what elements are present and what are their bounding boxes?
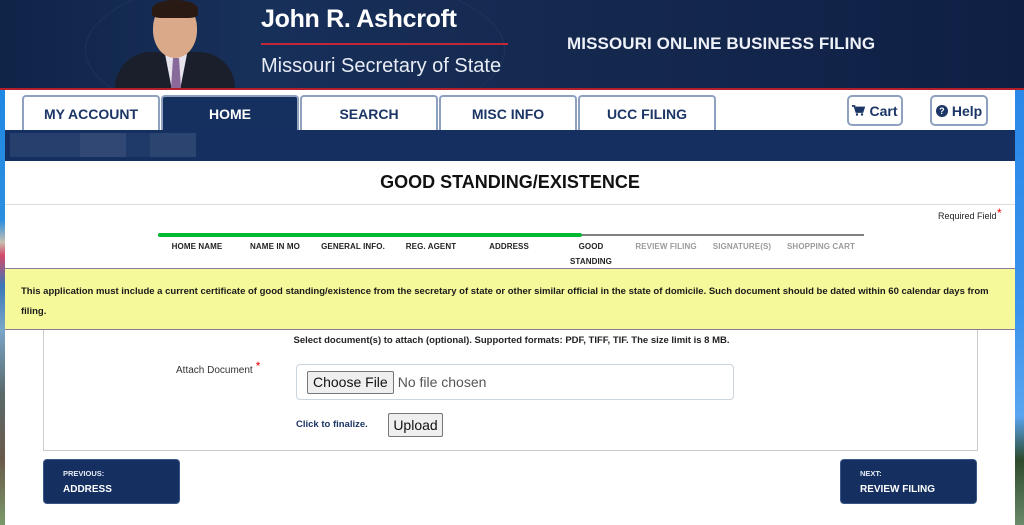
step-general-info: GENERAL INFO. xyxy=(321,242,385,251)
official-name: John R. Ashcroft xyxy=(261,5,457,33)
shopping-cart-icon xyxy=(852,103,866,119)
site-banner: John R. Ashcroft Missouri Secretary of S… xyxy=(0,0,1024,90)
question-circle-icon: ? xyxy=(935,104,948,117)
required-field-label: Required Field xyxy=(938,211,997,221)
upload-button[interactable]: Upload xyxy=(388,413,443,437)
step-reg-agent: REG. AGENT xyxy=(405,242,457,251)
breadcrumb xyxy=(10,133,200,157)
official-portrait xyxy=(115,0,235,88)
progress-fill xyxy=(158,233,582,237)
page: John R. Ashcroft Missouri Secretary of S… xyxy=(0,0,1024,525)
page-title: GOOD STANDING/EXISTENCE xyxy=(380,172,640,192)
tab-search[interactable]: SEARCH xyxy=(300,95,438,130)
upload-hint: Select document(s) to attach (optional).… xyxy=(293,335,730,346)
official-title: Missouri Secretary of State xyxy=(261,55,502,77)
sub-navbar xyxy=(5,130,1015,161)
cart-button[interactable]: Cart xyxy=(847,95,903,126)
step-signatures: SIGNATURE(S) xyxy=(712,242,772,251)
main-panel: MY ACCOUNT HOME SEARCH MISC INFO UCC FIL… xyxy=(5,90,1015,525)
choose-file-button[interactable]: Choose File xyxy=(307,370,394,394)
next-label: REVIEW FILING xyxy=(860,484,935,495)
previous-caption: PREVIOUS: xyxy=(63,469,105,478)
required-marker: * xyxy=(255,359,261,373)
step-address: ADDRESS xyxy=(489,242,529,251)
help-button[interactable]: ? Help xyxy=(930,95,988,126)
next-step-button[interactable]: NEXT: REVIEW FILING xyxy=(840,459,977,504)
file-status: No file chosen xyxy=(397,374,487,390)
tab-ucc-filing[interactable]: UCC FILING xyxy=(578,95,716,130)
step-good-standing: GOOD STANDING xyxy=(570,242,612,266)
title-divider xyxy=(5,204,1015,205)
step-home-name: HOME NAME xyxy=(171,242,223,251)
next-caption: NEXT: xyxy=(860,469,882,478)
previous-label: ADDRESS xyxy=(63,484,112,495)
step-name-in-mo: NAME IN MO xyxy=(250,242,300,251)
notice-banner: This application must include a current … xyxy=(5,268,1015,330)
step-shopping-cart: SHOPPING CART xyxy=(787,242,855,251)
background-right xyxy=(1015,90,1024,525)
site-title: MISSOURI ONLINE BUSINESS FILING xyxy=(567,34,876,53)
finalize-label: Click to finalize. xyxy=(296,419,368,430)
tab-my-account[interactable]: MY ACCOUNT xyxy=(22,95,160,130)
file-input[interactable]: Choose File No file chosen xyxy=(296,364,734,400)
previous-step-button[interactable]: PREVIOUS: ADDRESS xyxy=(43,459,180,504)
tab-home[interactable]: HOME xyxy=(161,95,299,130)
cart-label: Cart xyxy=(869,102,898,119)
step-review-filing: REVIEW FILING xyxy=(635,242,697,251)
upload-section: Select document(s) to attach (optional).… xyxy=(43,330,978,451)
help-label: Help xyxy=(951,102,983,119)
name-divider xyxy=(261,43,508,45)
attach-document-label: Attach Document * xyxy=(176,359,261,376)
tab-misc-info[interactable]: MISC INFO xyxy=(439,95,577,130)
required-field-legend: Required Field * xyxy=(938,206,1002,221)
required-marker: * xyxy=(997,206,1002,220)
